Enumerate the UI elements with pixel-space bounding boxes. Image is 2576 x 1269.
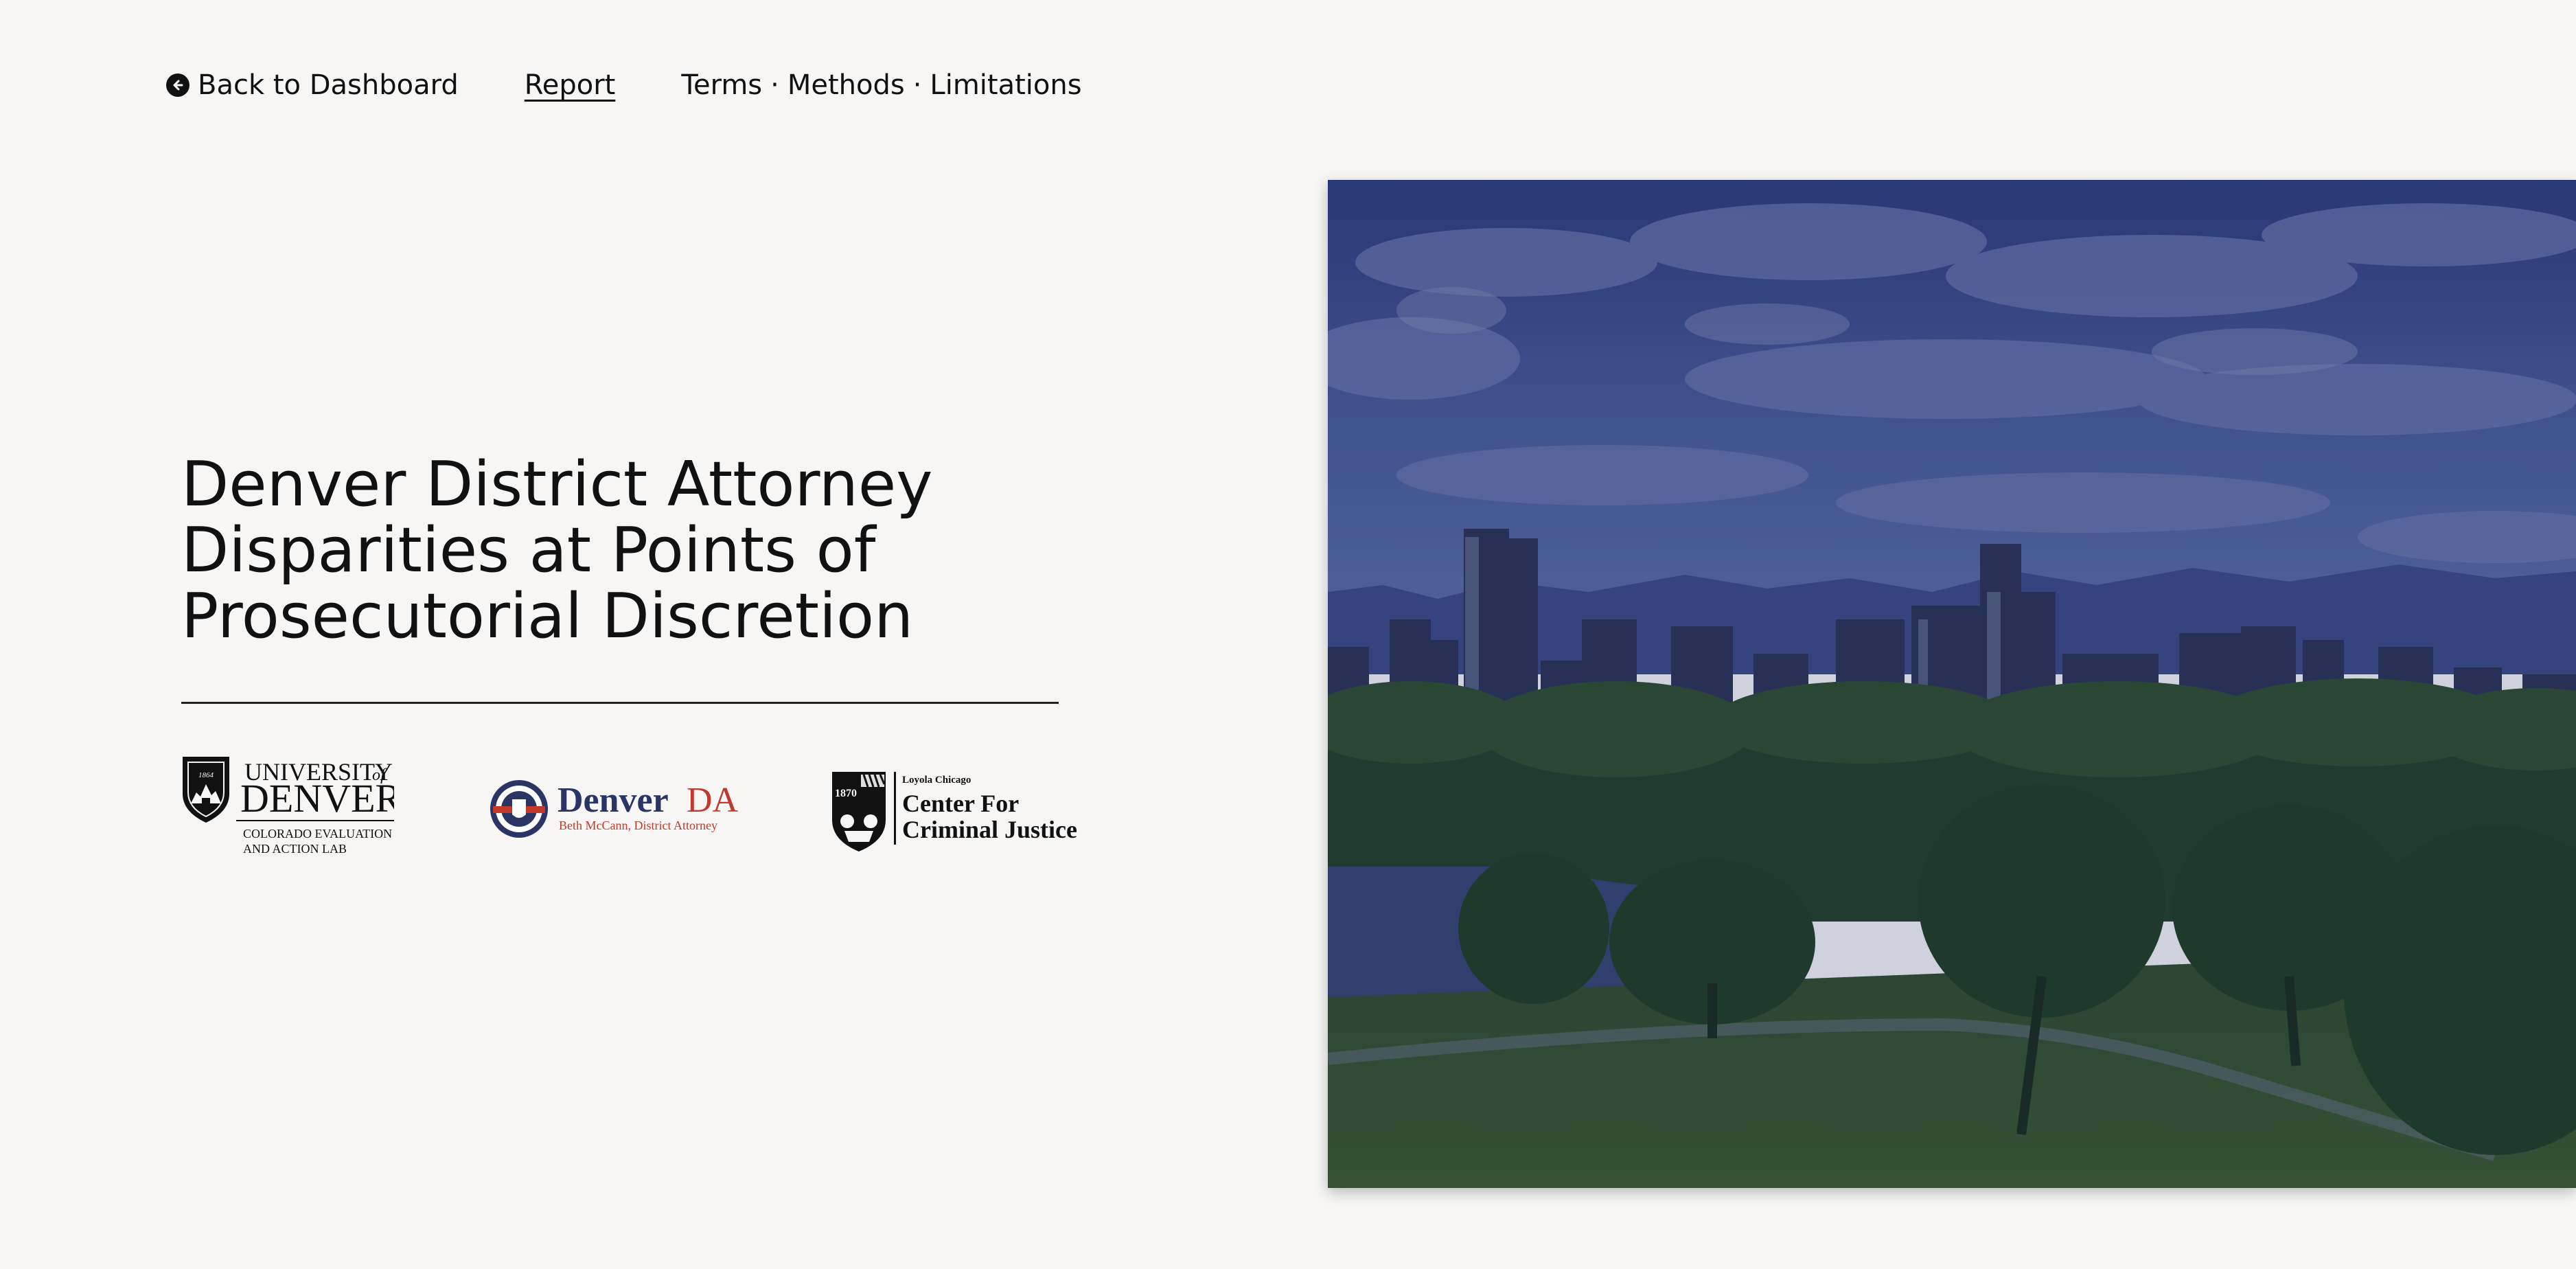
skyline-illustration bbox=[1328, 180, 2576, 1188]
nav-separator: · bbox=[912, 69, 922, 101]
top-nav: Back to Dashboard Report Terms · Methods · L… bbox=[166, 66, 1082, 104]
title-line-1: Denver District Attorney bbox=[181, 448, 933, 521]
svg-text:Loyola Chicago: Loyola Chicago bbox=[902, 775, 971, 786]
back-to-dashboard-link[interactable]: Back to Dashboard bbox=[166, 69, 459, 101]
page-title: Denver District Attorney Disparities at … bbox=[181, 452, 1074, 650]
denver-skyline-photo bbox=[1328, 180, 2576, 1188]
arrow-left-circle-icon bbox=[166, 73, 189, 97]
svg-text:DENVER: DENVER bbox=[240, 776, 394, 821]
nav-separator: · bbox=[770, 69, 779, 101]
report-link[interactable]: Report bbox=[525, 69, 616, 101]
svg-text:Center For: Center For bbox=[902, 790, 1019, 817]
loyola-center-for-criminal-justice-logo: 1870 Loyola Chicago Center For Criminal … bbox=[832, 772, 1077, 851]
denver-da-logo: Denver DA Beth McCann, District Attorney bbox=[490, 780, 739, 838]
svg-text:Criminal Justice: Criminal Justice bbox=[902, 816, 1077, 843]
svg-text:COLORADO EVALUATION: COLORADO EVALUATION bbox=[243, 827, 392, 841]
back-label: Back to Dashboard bbox=[198, 69, 459, 101]
terms-methods-limitations: Terms · Methods · Limitations bbox=[681, 69, 1081, 101]
title-line-2: Disparities at Points of bbox=[181, 514, 876, 586]
svg-text:1870: 1870 bbox=[835, 788, 857, 799]
svg-text:1864: 1864 bbox=[198, 771, 214, 779]
university-of-denver-logo: 1864 UNIVERSITY of DENVER COLORADO EVALU… bbox=[183, 757, 394, 856]
svg-text:DA: DA bbox=[687, 781, 739, 820]
title-line-3: Prosecutorial Discretion bbox=[181, 580, 914, 652]
terms-link[interactable]: Terms bbox=[681, 69, 762, 101]
limitations-link[interactable]: Limitations bbox=[930, 69, 1081, 101]
svg-text:Beth McCann, District Attorney: Beth McCann, District Attorney bbox=[559, 819, 717, 832]
svg-text:Denver: Denver bbox=[557, 781, 669, 820]
methods-link[interactable]: Methods bbox=[787, 69, 905, 101]
svg-text:AND ACTION LAB: AND ACTION LAB bbox=[243, 842, 347, 856]
title-divider bbox=[181, 702, 1059, 704]
